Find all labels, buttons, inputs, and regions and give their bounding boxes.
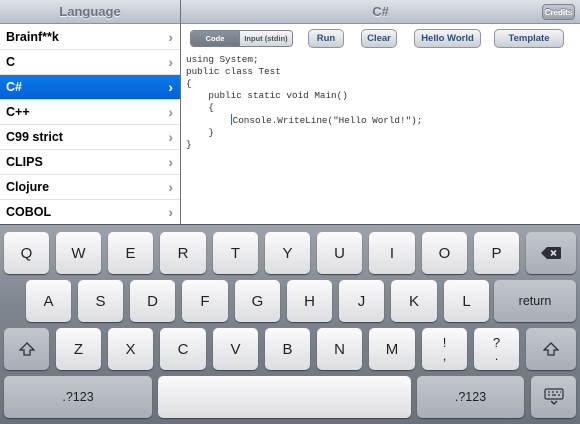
template-button[interactable]: Template xyxy=(494,29,564,48)
language-item[interactable]: COBOL › xyxy=(0,200,180,224)
numbers-key-left[interactable]: .?123 xyxy=(4,376,152,418)
key-d[interactable]: D xyxy=(130,280,175,322)
shift-key-left[interactable] xyxy=(4,328,49,370)
key-a[interactable]: A xyxy=(26,280,71,322)
key-t[interactable]: T xyxy=(213,232,258,274)
language-item[interactable]: Clojure › xyxy=(0,175,180,200)
hello-world-button[interactable]: Hello World xyxy=(414,29,481,48)
language-item-selected[interactable]: C# › xyxy=(0,75,180,100)
segment-input[interactable]: Input (stdin) xyxy=(239,31,292,46)
language-nav-bar: Language xyxy=(0,0,180,24)
run-button[interactable]: Run xyxy=(308,29,344,48)
code-line: } xyxy=(186,139,192,150)
language-nav-title: Language xyxy=(59,4,121,19)
language-item-label: C# xyxy=(6,80,22,94)
language-item[interactable]: C99 strict › xyxy=(0,125,180,150)
chevron-right-icon: › xyxy=(168,179,173,195)
shift-icon xyxy=(18,342,35,356)
chevron-right-icon: › xyxy=(168,79,173,95)
code-editor[interactable]: using System; public class Test{ public s… xyxy=(186,54,576,222)
segment-code[interactable]: Code xyxy=(191,31,239,46)
key-m[interactable]: M xyxy=(369,328,415,370)
key-y[interactable]: Y xyxy=(265,232,310,274)
code-input-segmented-control: Code Input (stdin) xyxy=(190,30,293,47)
language-item[interactable]: Brainf**k › xyxy=(0,25,180,50)
dismiss-keyboard-key[interactable] xyxy=(531,376,576,418)
key-g[interactable]: G xyxy=(235,280,280,322)
chevron-right-icon: › xyxy=(168,29,173,45)
chevron-right-icon: › xyxy=(168,54,173,70)
keyboard-dismiss-icon xyxy=(543,388,564,406)
key-o[interactable]: O xyxy=(422,232,467,274)
backspace-key[interactable] xyxy=(526,232,576,274)
language-item-label: C xyxy=(6,55,16,69)
chevron-right-icon: › xyxy=(168,154,173,170)
key-h[interactable]: H xyxy=(287,280,332,322)
language-item-label: Clojure xyxy=(6,180,50,194)
key-b[interactable]: B xyxy=(265,328,310,370)
key-r[interactable]: R xyxy=(160,232,206,274)
editor-nav-bar: C# Credits xyxy=(181,0,580,24)
editor-toolbar: Code Input (stdin) Run Clear Hello World… xyxy=(181,25,580,55)
return-key[interactable]: return xyxy=(494,280,576,322)
chevron-right-icon: › xyxy=(168,129,173,145)
language-list: Brainf**k › C › C# › C++ › C99 strict › CLIPS… xyxy=(0,25,180,224)
key-u[interactable]: U xyxy=(317,232,362,274)
on-screen-keyboard: Q W E R T Y U I O P A S D F G H J K L re… xyxy=(0,224,580,424)
code-line: using System; xyxy=(186,54,259,65)
key-k[interactable]: K xyxy=(391,280,437,322)
key-l[interactable]: L xyxy=(444,280,489,322)
key-p[interactable]: P xyxy=(474,232,519,274)
language-item-label: CLIPS xyxy=(6,155,43,169)
key-period-label: . xyxy=(494,348,499,363)
key-q[interactable]: Q xyxy=(4,232,49,274)
key-j[interactable]: J xyxy=(339,280,384,322)
code-line: public static void Main() xyxy=(186,90,348,101)
language-item-label: Brainf**k xyxy=(6,30,59,44)
key-question-period[interactable]: ? . xyxy=(474,328,519,370)
key-c[interactable]: C xyxy=(160,328,206,370)
language-item[interactable]: CLIPS › xyxy=(0,150,180,175)
chevron-right-icon: › xyxy=(168,104,173,120)
code-line: } xyxy=(186,127,214,138)
credits-button[interactable]: Credits xyxy=(542,4,575,20)
numbers-key-right[interactable]: .?123 xyxy=(417,376,524,418)
shift-key-right[interactable] xyxy=(526,328,576,370)
editor-nav-title: C# xyxy=(372,4,389,19)
key-exclaim-comma[interactable]: ! , xyxy=(422,328,467,370)
key-comma-label: , xyxy=(442,348,447,363)
language-item-label: C++ xyxy=(6,105,30,119)
shift-icon xyxy=(543,342,559,356)
code-line: { xyxy=(186,78,192,89)
code-line: public class Test xyxy=(186,66,281,77)
backspace-icon xyxy=(541,247,561,259)
key-s[interactable]: S xyxy=(78,280,123,322)
code-line-text: Console.WriteLine("Hello World!"); xyxy=(232,115,423,126)
key-f[interactable]: F xyxy=(182,280,228,322)
language-item[interactable]: C › xyxy=(0,50,180,75)
clear-button[interactable]: Clear xyxy=(361,29,397,48)
text-cursor xyxy=(230,114,232,125)
key-e[interactable]: E xyxy=(108,232,153,274)
key-w[interactable]: W xyxy=(56,232,101,274)
language-item-label: COBOL xyxy=(6,205,52,219)
chevron-right-icon: › xyxy=(168,204,173,220)
key-n[interactable]: N xyxy=(317,328,362,370)
key-i[interactable]: I xyxy=(369,232,415,274)
key-v[interactable]: V xyxy=(213,328,258,370)
space-key[interactable] xyxy=(158,376,411,418)
language-item[interactable]: C++ › xyxy=(0,100,180,125)
code-line: { xyxy=(186,102,214,113)
language-item-label: C99 strict xyxy=(6,130,63,144)
code-line-with-cursor: Console.WriteLine("Hello World!"); xyxy=(186,114,576,127)
key-x[interactable]: X xyxy=(108,328,153,370)
key-z[interactable]: Z xyxy=(56,328,101,370)
